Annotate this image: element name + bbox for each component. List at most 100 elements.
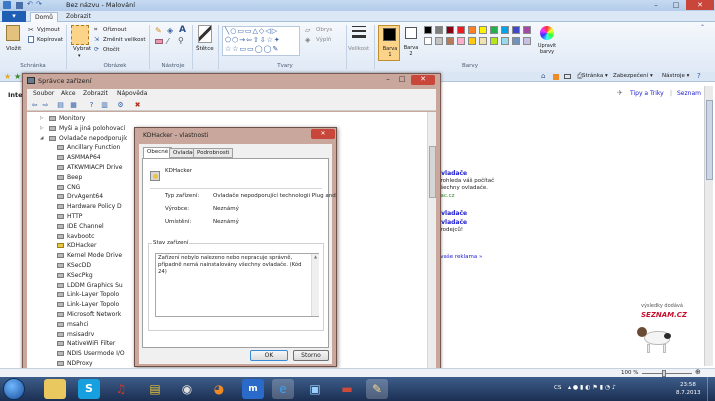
palette-swatch[interactable] <box>490 37 498 45</box>
close-button[interactable]: ✕ <box>686 0 714 10</box>
tree-node[interactable]: NDProxy <box>57 359 93 368</box>
copy-button[interactable]: Kopírovat <box>37 37 63 43</box>
copy-icon[interactable] <box>28 36 34 43</box>
palette-swatch[interactable] <box>457 37 465 45</box>
tree-node[interactable]: DrvAgent64 <box>57 192 103 201</box>
clock-date[interactable]: 8.7.2013 <box>676 390 701 396</box>
tree-node[interactable]: Kernel Mode Drive <box>57 251 122 260</box>
tree-node[interactable]: Link-Layer Topolo <box>57 290 119 299</box>
palette-swatch[interactable] <box>490 26 498 34</box>
ad-link[interactable]: i vaše reklama » <box>437 254 482 260</box>
menu-help[interactable]: Nápověda <box>117 90 147 97</box>
dm-scroll-thumb[interactable] <box>429 146 436 198</box>
show-hide-tree-icon[interactable]: ▤ <box>56 101 65 109</box>
select-dropdown-icon[interactable]: ▾ <box>78 53 81 59</box>
tools-menu[interactable]: Nástroje ▾ <box>662 73 689 79</box>
mail-icon[interactable] <box>564 74 571 79</box>
paint-app-icon[interactable] <box>3 1 11 9</box>
ad-link[interactable]: ovladače <box>437 210 467 217</box>
help-icon[interactable]: ? <box>697 72 701 80</box>
palette-swatch[interactable] <box>523 26 531 34</box>
file-menu-button[interactable]: ▾ <box>2 11 26 22</box>
tree-expander-icon[interactable]: ▷ <box>40 114 43 123</box>
tree-node[interactable]: ATKWMIACPI Drive <box>57 163 122 172</box>
outline-icon[interactable]: ▱ <box>305 26 310 34</box>
tab-general[interactable]: Obecné <box>143 147 173 158</box>
undo-icon[interactable]: ↶ <box>27 0 33 8</box>
menu-action[interactable]: Akce <box>61 90 76 97</box>
tree-node[interactable]: ▷ Myši a jiná polohovací zař. <box>40 124 127 133</box>
menu-view[interactable]: Zobrazit <box>83 90 108 97</box>
start-button[interactable] <box>3 378 25 400</box>
dm-maximize-button[interactable]: □ <box>395 75 409 85</box>
tree-node[interactable]: Hardware Policy D <box>57 202 122 211</box>
redo-icon[interactable]: ↷ <box>36 0 42 8</box>
status-scrollbar[interactable]: ▲ <box>311 254 319 316</box>
add-favorites-icon[interactable]: ★ <box>14 72 21 81</box>
palette-swatch[interactable] <box>468 37 476 45</box>
device-manager-task-icon[interactable]: ▣ <box>304 379 326 399</box>
tree-node[interactable]: ◢ Ovladače nepodporujíc <box>40 134 127 143</box>
tree-node[interactable]: ASMMAP64 <box>57 153 101 162</box>
clock-time[interactable]: 23:58 <box>680 382 696 388</box>
app-m-icon[interactable]: m <box>242 379 264 399</box>
outline-button[interactable]: Obrys <box>316 27 332 33</box>
fill-button[interactable]: Výplň <box>316 37 331 43</box>
ad-link[interactable]: ovladače <box>437 219 467 226</box>
size-icon[interactable] <box>352 26 366 42</box>
ok-button[interactable]: OK <box>250 350 288 361</box>
tree-node[interactable]: Ancillary Function <box>57 143 120 152</box>
tree-node[interactable]: LDDM Graphics Su <box>57 281 123 290</box>
tab-view[interactable]: Zobrazit <box>62 12 95 22</box>
menu-file[interactable]: Soubor <box>33 90 54 97</box>
tree-node[interactable]: kavbootc <box>57 232 94 241</box>
palette-swatch[interactable] <box>457 26 465 34</box>
scan-hardware-icon[interactable]: ⚙ <box>116 101 125 109</box>
forward-icon[interactable]: ⇨ <box>41 101 50 109</box>
pencil-icon[interactable]: ✎ <box>155 26 162 35</box>
crop-button[interactable]: Oříznout <box>103 27 127 33</box>
toolbox-icon[interactable]: ▬ <box>336 379 358 399</box>
magnifier-icon[interactable]: ⚲ <box>178 36 184 45</box>
palette-swatch[interactable] <box>512 26 520 34</box>
tree-node[interactable]: KSecDD <box>57 261 91 270</box>
tree-node[interactable]: Link-Layer Topolo <box>57 300 119 309</box>
back-icon[interactable]: ⇦ <box>30 101 39 109</box>
dm-close-button[interactable]: ✕ <box>411 75 435 85</box>
paint-task-icon[interactable]: ✎ <box>366 379 388 399</box>
minimize-button[interactable]: – <box>646 0 666 10</box>
cancel-button[interactable]: Storno <box>293 350 329 361</box>
folder-icon[interactable]: ▤ <box>144 379 166 399</box>
ribbon-collapse-icon[interactable]: ⌃ <box>700 24 705 31</box>
select-button[interactable]: Vybrat <box>73 46 91 52</box>
palette-swatch[interactable] <box>501 26 509 34</box>
palette-swatch[interactable] <box>512 37 520 45</box>
tree-node[interactable]: msisadrv <box>57 330 94 339</box>
cut-button[interactable]: Vyjmout <box>37 27 60 33</box>
shapes-gallery[interactable]: ╲○▭▭△◇◁▷ ⬠⬡→⇦⇧⇩☆✦ ☆☆▭▭◯◯✎ <box>222 26 300 56</box>
zoom-level[interactable]: 100 % <box>621 370 638 376</box>
select-icon[interactable] <box>71 25 89 45</box>
zoom-slider-thumb[interactable] <box>662 370 666 377</box>
text-icon[interactable]: A <box>179 25 186 35</box>
rotate-button[interactable]: Otočit <box>103 47 120 53</box>
palette-swatch[interactable] <box>446 37 454 45</box>
firefox-icon[interactable]: ◕ <box>208 379 230 399</box>
maximize-button[interactable]: □ <box>666 0 686 10</box>
eraser-icon[interactable] <box>155 39 163 44</box>
paste-button[interactable]: Vložit <box>6 46 21 52</box>
palette-swatch[interactable] <box>479 37 487 45</box>
brushes-button[interactable]: Štětce <box>196 46 214 52</box>
tree-node[interactable]: KSecPkg <box>57 271 93 280</box>
palette-swatch[interactable] <box>501 37 509 45</box>
tree-node[interactable]: NDIS Usermode I/O <box>57 349 125 358</box>
zoom-slider[interactable] <box>642 370 692 377</box>
resize-icon[interactable]: ⇲ <box>94 36 99 43</box>
tree-node[interactable]: CNG <box>57 183 80 192</box>
seznam-link[interactable]: Seznam <box>677 90 701 97</box>
tree-node[interactable]: HTTP <box>57 212 82 221</box>
palette-swatch[interactable] <box>468 26 476 34</box>
ie-scrollbar[interactable] <box>704 86 713 366</box>
tree-node[interactable]: ▷ Monitory <box>40 114 85 123</box>
tab-home[interactable]: Domů <box>30 12 58 22</box>
